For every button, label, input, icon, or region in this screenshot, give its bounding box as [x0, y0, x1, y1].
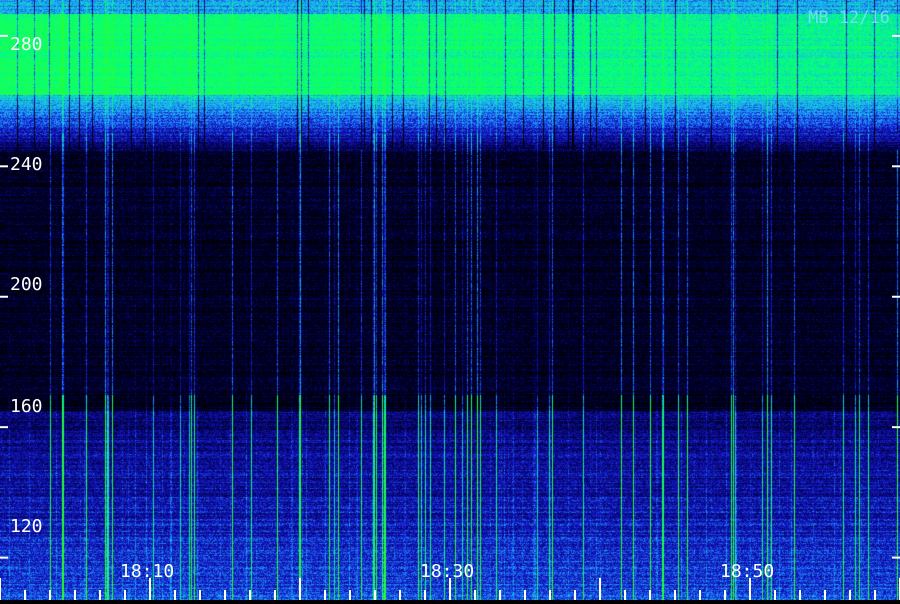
spectrogram-heatmap	[0, 0, 900, 600]
